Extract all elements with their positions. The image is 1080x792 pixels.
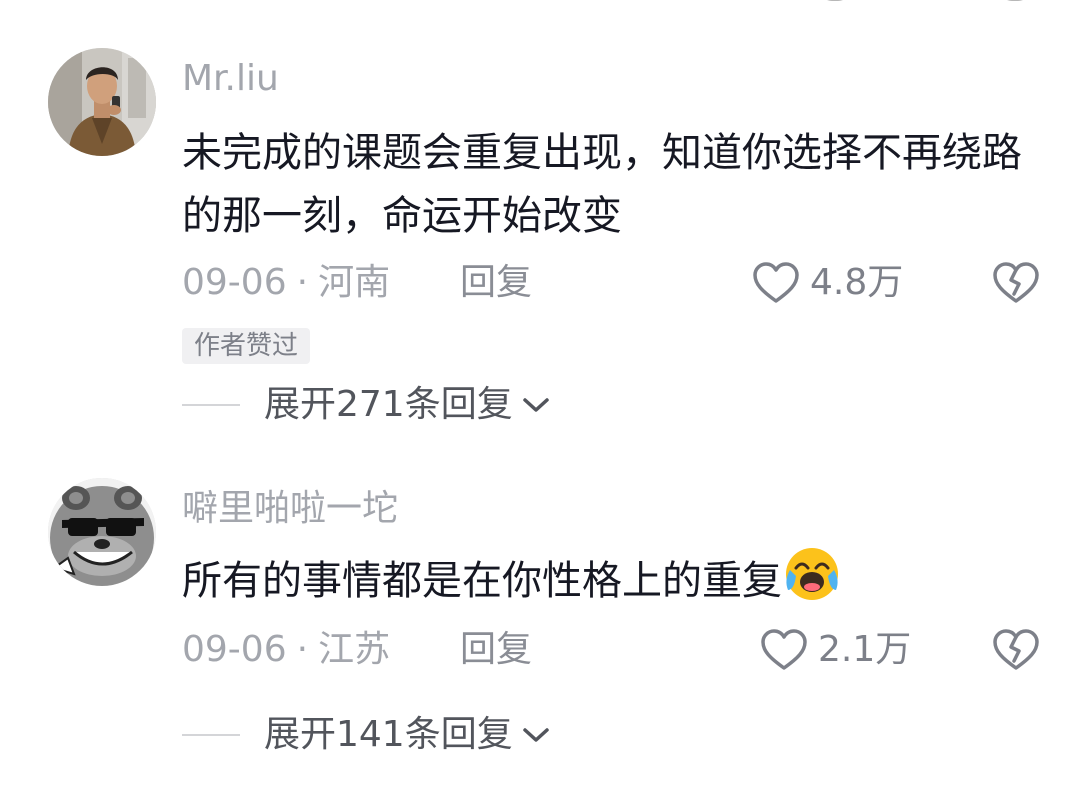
username[interactable]: Mr.liu bbox=[182, 60, 279, 98]
previous-heart-icon-fragment bbox=[820, 0, 850, 1]
comment-text: 未完成的课题会重复出现，知道你选择不再绕路的那一刻，命运开始改变 bbox=[182, 130, 1022, 239]
cartoon-bear-avatar bbox=[48, 478, 156, 586]
comment-meta-row: 09-06 · 江苏 回复 2.1万 bbox=[182, 628, 1040, 672]
comment-location: 江苏 bbox=[318, 629, 391, 670]
broken-heart-icon[interactable] bbox=[992, 628, 1040, 672]
expand-replies-row: 展开141条回复 bbox=[182, 710, 551, 760]
broken-heart-icon[interactable] bbox=[992, 261, 1040, 305]
comment-location: 河南 bbox=[318, 262, 391, 303]
author-liked-badge: 作者赞过 bbox=[182, 328, 311, 364]
divider-line bbox=[182, 404, 240, 406]
like-button[interactable]: 2.1万 bbox=[760, 628, 911, 672]
meta-separator: · bbox=[296, 629, 309, 670]
comment-date: 09-06 bbox=[182, 629, 287, 670]
expand-replies-row: 展开271条回复 bbox=[182, 380, 551, 430]
comment-text: 所有的事情都是在你性格上的重复 bbox=[182, 546, 1022, 613]
expand-replies-label: 展开271条回复 bbox=[264, 384, 513, 425]
expand-replies-label: 展开141条回复 bbox=[264, 714, 513, 755]
avatar[interactable] bbox=[48, 478, 156, 586]
reply-button[interactable]: 回复 bbox=[460, 261, 532, 305]
expand-replies-button[interactable]: 展开141条回复 bbox=[264, 710, 551, 760]
heart-icon bbox=[761, 629, 807, 670]
username[interactable]: 噼里啪啦一坨 bbox=[182, 490, 398, 528]
heart-icon bbox=[753, 262, 799, 303]
divider-line bbox=[182, 734, 240, 736]
chevron-down-icon bbox=[522, 728, 549, 742]
like-count: 2.1万 bbox=[818, 629, 912, 670]
avatar-photo bbox=[48, 48, 156, 156]
comment-meta: 09-06 · 江苏 bbox=[182, 628, 390, 672]
like-count: 4.8万 bbox=[810, 262, 904, 303]
comment-text-content: 所有的事情都是在你性格上的重复 bbox=[182, 558, 782, 604]
avatar[interactable] bbox=[48, 48, 156, 156]
reply-button[interactable]: 回复 bbox=[460, 628, 532, 672]
expand-replies-button[interactable]: 展开271条回复 bbox=[264, 380, 551, 430]
previous-comment-fragment bbox=[180, 0, 1040, 6]
like-button[interactable]: 4.8万 bbox=[752, 261, 903, 305]
chevron-down-icon bbox=[522, 398, 549, 412]
previous-dislike-icon-fragment bbox=[1000, 0, 1030, 1]
crying-laughing-emoji-icon bbox=[786, 548, 838, 600]
comment-meta-row: 09-06 · 河南 回复 4.8万 bbox=[182, 261, 1040, 305]
meta-separator: · bbox=[296, 262, 309, 303]
comment-meta: 09-06 · 河南 bbox=[182, 261, 390, 305]
comment-date: 09-06 bbox=[182, 262, 287, 303]
